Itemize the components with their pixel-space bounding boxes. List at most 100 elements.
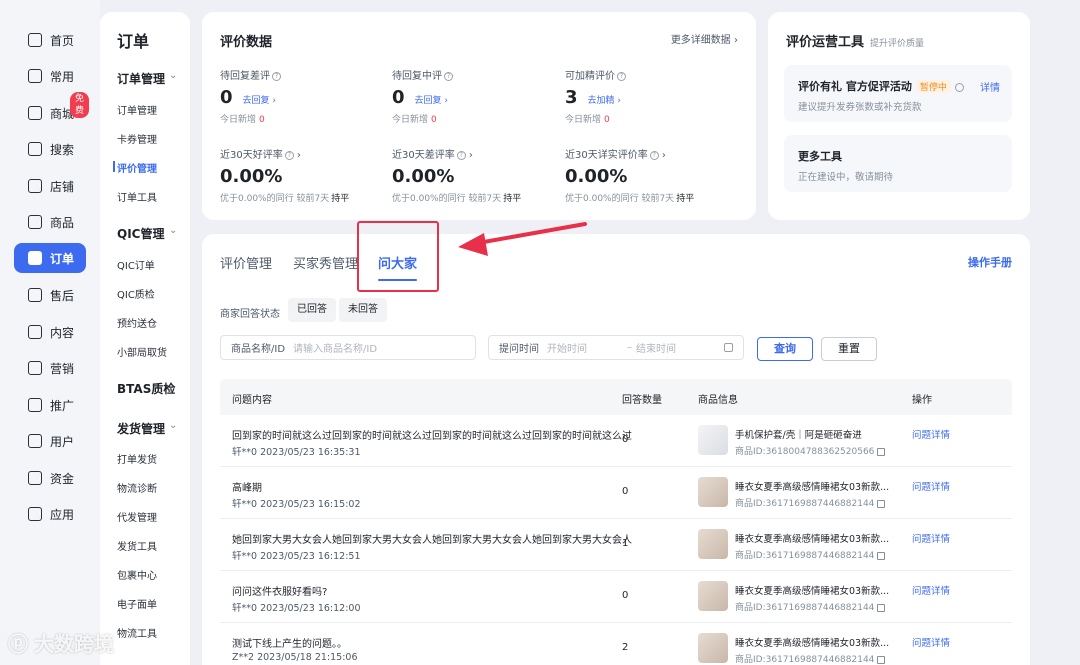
review-gift-tool[interactable]: 评价有礼 官方促评活动 暂停中 详情 建议提升发券张数或补充货款 (784, 65, 1012, 122)
shop-icon (28, 179, 42, 193)
tool-detail-link[interactable]: 详情 (980, 79, 1000, 94)
question-icon: ? (456, 150, 466, 160)
table-row: 回到家的时间就这么过回到家的时间就这么过回到家的时间就这么过回到家的时间就这么过… (220, 415, 1012, 467)
rail-item-search[interactable]: 搜索 (14, 134, 86, 164)
funds-icon (28, 471, 42, 485)
rail-item-promotion[interactable]: 推广 (14, 390, 86, 420)
product-search-input[interactable]: 商品名称/ID 请输入商品名称/ID (220, 335, 476, 360)
question-icon: ? (444, 71, 453, 81)
filter-unanswered[interactable]: 未回答 (339, 298, 387, 322)
subnav-item-package-center[interactable]: 包裹中心 (117, 567, 157, 582)
review-tools-card: 评价运营工具 提升评价质量 评价有礼 官方促评活动 暂停中 详情 建议提升发券张数或… (768, 12, 1030, 220)
subnav-item-dropship[interactable]: 代发管理 (117, 509, 157, 524)
tab-ask-everyone[interactable]: 问大家 (378, 253, 418, 281)
question-detail-link[interactable]: 问题详情 (912, 635, 950, 649)
question-time-range[interactable]: 提问时间 开始时间 – 结束时间 (488, 335, 744, 360)
subnav-title: 订单 (117, 32, 150, 51)
subnav-group-btas[interactable]: BTAS质检 (117, 380, 175, 397)
metric-detailed-rate: 近30天详实评价率? › 0.00% 优于0.00%的同行 较前7天 持平 (565, 150, 695, 204)
qa-table: 问题内容 回答数量 商品信息 操作 回到家的时间就这么过回到家的时间就这么过回到… (220, 379, 1012, 665)
metric-featurable: 可加精评价? 3 去加精 › 今日新增 0 (565, 67, 735, 125)
store-icon (28, 106, 42, 120)
tab-buyer-show[interactable]: 买家秀管理 (293, 253, 358, 272)
watermark-logo-icon: ⓟ (8, 632, 28, 656)
product-thumbnail (698, 425, 728, 455)
rail-item-mall[interactable]: 商城 免费 (14, 92, 90, 128)
answer-status-label: 商家回答状态 (220, 309, 280, 320)
rail-item-home[interactable]: 首页 (14, 25, 86, 55)
folder-icon (28, 69, 42, 83)
table-header: 问题内容 回答数量 商品信息 操作 (220, 379, 1012, 415)
feature-link[interactable]: 去加精 › (588, 93, 621, 106)
metric-pending-bad: 待回复差评? 0 去回复 › 今日新增 0 (220, 67, 390, 125)
table-row: 高峰期 轩**0 2023/05/23 16:15:02 0 睡衣女夏季高级感情… (220, 467, 1012, 519)
question-detail-link[interactable]: 问题详情 (912, 479, 950, 493)
after-sale-icon (28, 288, 42, 302)
table-row: 她回到家大男大女会人她回到家大男大女会人她回到家大男大女会人她回到家大男大女会人… (220, 519, 1012, 571)
product-thumbnail (698, 633, 728, 663)
reply-bad-link[interactable]: 去回复 › (243, 93, 276, 106)
metric-pending-neutral: 待回复中评? 0 去回复 › 今日新增 0 (392, 67, 562, 125)
subnav-item-coupon-management[interactable]: 卡券管理 (117, 131, 157, 146)
promotion-icon (28, 398, 42, 412)
rail-item-after-sale[interactable]: 售后 (14, 280, 86, 310)
rail-item-orders[interactable]: 订单 (14, 243, 86, 273)
goods-icon (28, 215, 42, 229)
more-data-link[interactable]: 更多详细数据 › (671, 31, 738, 46)
tab-review-management[interactable]: 评价管理 (220, 253, 272, 272)
subnav-item-qic-inspection[interactable]: QIC质检 (117, 286, 155, 301)
free-badge: 免费 (70, 92, 90, 118)
subnav-item-order-management[interactable]: 订单管理 (117, 102, 157, 117)
subnav-item-ship-tools[interactable]: 发货工具 (117, 538, 157, 553)
rail-item-users[interactable]: 用户 (14, 426, 86, 456)
subnav-item-print-ship[interactable]: 打单发货 (117, 451, 157, 466)
question-detail-link[interactable]: 问题详情 (912, 531, 950, 545)
product-thumbnail (698, 529, 728, 559)
copy-icon[interactable] (877, 447, 886, 456)
subnav-item-logistics-tools[interactable]: 物流工具 (117, 625, 157, 640)
reply-neutral-link[interactable]: 去回复 › (415, 93, 448, 106)
subnav-item-review-management[interactable]: 评价管理 (113, 160, 157, 175)
subnav-group-shipping[interactable]: 发货管理 ⌄ (117, 420, 177, 437)
rail-item-favorites[interactable]: 常用 (14, 61, 86, 91)
subnav-item-logistics-diagnosis[interactable]: 物流诊断 (117, 480, 157, 495)
subnav-group-qic[interactable]: QIC管理 ⌄ (117, 225, 177, 242)
manual-link[interactable]: 操作手册 (968, 254, 1012, 270)
filter-answered[interactable]: 已回答 (288, 298, 336, 322)
rail-item-goods[interactable]: 商品 (14, 207, 86, 237)
subnav-group-order-management[interactable]: 订单管理 ⌄ (117, 70, 177, 87)
more-tools-box: 更多工具 正在建设中，敬请期待 (784, 135, 1012, 192)
copy-icon[interactable] (877, 655, 886, 664)
chevron-down-icon: ⌄ (169, 225, 178, 236)
question-detail-link[interactable]: 问题详情 (912, 427, 950, 441)
subnav-item-e-waybill[interactable]: 电子面单 (117, 596, 157, 611)
rail-item-marketing[interactable]: 营销 (14, 353, 86, 383)
copy-icon[interactable] (877, 499, 886, 508)
rail-item-content[interactable]: 内容 (14, 317, 86, 347)
question-detail-link[interactable]: 问题详情 (912, 583, 950, 597)
metric-good-rate: 近30天好评率? › 0.00% 优于0.00%的同行 较前7天 持平 (220, 150, 350, 204)
question-icon (954, 82, 964, 92)
copy-icon[interactable] (877, 551, 886, 560)
rail-item-shop[interactable]: 店铺 (14, 171, 86, 201)
copy-icon[interactable] (877, 603, 886, 612)
subnav-item-warehouse-booking[interactable]: 预约送仓 (117, 315, 157, 330)
qa-management-card: 评价管理 买家秀管理 问大家 操作手册 商家回答状态 已回答 未回答 商品名称/… (202, 234, 1030, 665)
rail-item-funds[interactable]: 资金 (14, 463, 86, 493)
rail-item-apps[interactable]: 应用 (14, 499, 86, 529)
search-icon (28, 142, 42, 156)
calendar-icon (724, 343, 733, 352)
subnav-item-pickup[interactable]: 小部局取货 (117, 344, 167, 359)
order-icon (28, 251, 42, 265)
reset-button[interactable]: 重置 (821, 337, 877, 361)
table-row: 问问这件衣服好看吗? 轩**0 2023/05/23 16:12:00 0 睡衣… (220, 571, 1012, 623)
subnav-item-order-tools[interactable]: 订单工具 (117, 189, 157, 204)
question-icon: ? (649, 150, 659, 160)
chevron-down-icon: ⌄ (169, 70, 178, 81)
question-icon: ? (284, 150, 294, 160)
tools-title: 评价运营工具 (786, 35, 865, 50)
question-icon: ? (272, 71, 281, 81)
query-button[interactable]: 查询 (757, 337, 813, 361)
subnav-item-qic-orders[interactable]: QIC订单 (117, 257, 155, 272)
metric-bad-rate: 近30天差评率? › 0.00% 优于0.00%的同行 较前7天 持平 (392, 150, 522, 204)
